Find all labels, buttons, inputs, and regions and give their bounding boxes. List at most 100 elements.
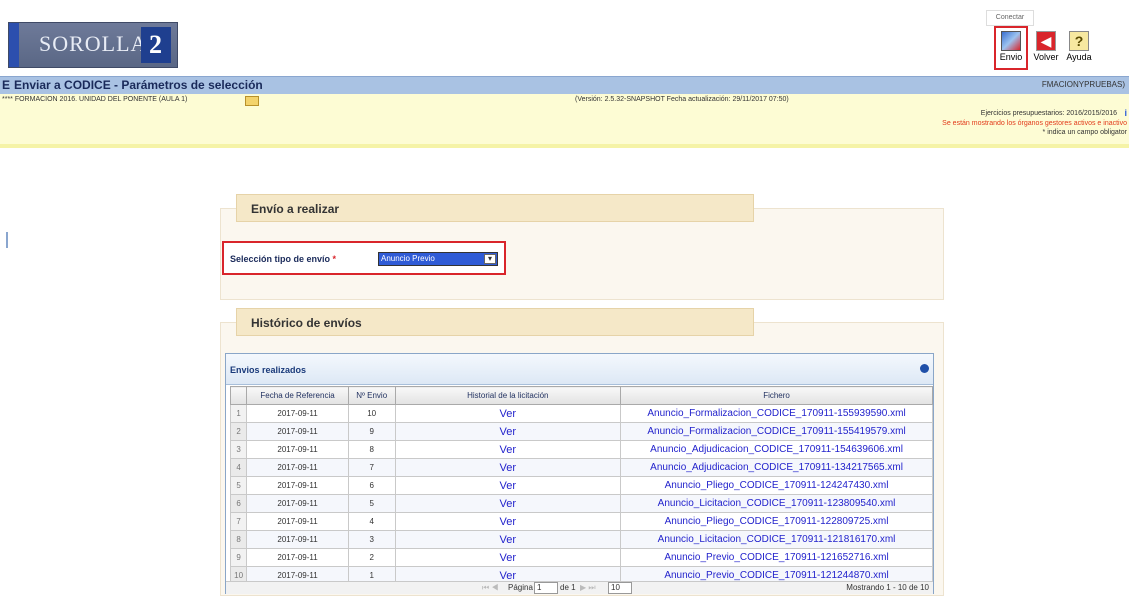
envio-type-field: Selección tipo de envío * Anuncio Previo… bbox=[222, 241, 506, 275]
table-row[interactable]: 2 2017-09-11 9 Ver Anuncio_Formalizacion_COD… bbox=[229, 422, 933, 441]
fichero-link[interactable]: Anuncio_Pliego_CODICE_170911-124247430.x… bbox=[620, 476, 933, 495]
logo-text: SOROLLA bbox=[39, 31, 148, 56]
envios-grid: Envios realizados Fecha de Referencia Nº… bbox=[225, 353, 934, 594]
cell-fecha: 2017-09-11 bbox=[246, 530, 349, 549]
table-row[interactable]: 5 2017-09-11 6 Ver Anuncio_Pliego_CODICE_170… bbox=[229, 476, 933, 495]
page-input[interactable]: 1 bbox=[534, 582, 558, 594]
ver-link[interactable]: Ver bbox=[394, 512, 622, 531]
table-row[interactable]: 8 2017-09-11 3 Ver Anuncio_Licitacion_CODICE… bbox=[229, 530, 933, 549]
cell-nenvio: 10 bbox=[347, 404, 396, 423]
table-row[interactable]: 9 2017-09-11 2 Ver Anuncio_Previo_CODICE_170… bbox=[229, 548, 933, 567]
row-number: 9 bbox=[229, 548, 248, 567]
envio-section-title: Envío a realizar bbox=[251, 202, 340, 216]
mail-icon[interactable] bbox=[245, 96, 259, 106]
pager-summary: Mostrando 1 - 10 de 10 bbox=[846, 583, 929, 592]
volver-label: Volver bbox=[1033, 52, 1059, 62]
col-fichero[interactable]: Fichero bbox=[620, 386, 933, 405]
row-number: 5 bbox=[229, 476, 248, 495]
cell-fecha: 2017-09-11 bbox=[246, 458, 349, 477]
page-size-select[interactable]: 10 bbox=[608, 582, 632, 594]
historico-section-header: Histórico de envíos bbox=[236, 308, 754, 336]
first-page-icon[interactable]: ⏮ ◀ bbox=[482, 583, 499, 593]
fichero-link[interactable]: Anuncio_Licitacion_CODICE_170911-1238095… bbox=[620, 494, 933, 513]
envio-label: Envio bbox=[999, 52, 1023, 62]
user-label: FMACIONYPRUEBAS) bbox=[1041, 80, 1125, 89]
ver-link[interactable]: Ver bbox=[394, 548, 622, 567]
cell-nenvio: 5 bbox=[347, 494, 396, 513]
fichero-link[interactable]: Anuncio_Adjudicacion_CODICE_170911-15463… bbox=[620, 440, 933, 459]
send-icon bbox=[1001, 31, 1021, 51]
version-label: (Versión: 2.5.32-SNAPSHOT Fecha actualiz… bbox=[575, 96, 789, 103]
page-of-label: de 1 bbox=[560, 583, 576, 592]
table-row[interactable]: 7 2017-09-11 4 Ver Anuncio_Pliego_CODICE_170… bbox=[229, 512, 933, 531]
row-number: 6 bbox=[229, 494, 248, 513]
collapse-icon[interactable] bbox=[920, 364, 929, 373]
info-bar: **** FORMACION 2016. UNIDAD DEL PONENTE … bbox=[0, 94, 1129, 144]
ver-link[interactable]: Ver bbox=[394, 404, 622, 423]
envio-button[interactable]: Envio bbox=[994, 26, 1028, 70]
fichero-link[interactable]: Anuncio_Licitacion_CODICE_170911-1218161… bbox=[620, 530, 933, 549]
table-row[interactable]: 6 2017-09-11 5 Ver Anuncio_Licitacion_CODICE… bbox=[229, 494, 933, 513]
col-nenvio[interactable]: Nº Envio bbox=[347, 386, 396, 405]
ayuda-button[interactable]: ? Ayuda bbox=[1064, 29, 1094, 71]
table-row[interactable]: 4 2017-09-11 7 Ver Anuncio_Adjudicacion_CODI… bbox=[229, 458, 933, 477]
required-note: * indica un campo obligator bbox=[1042, 129, 1127, 136]
last-page-icon[interactable]: ▶ ⏭ bbox=[580, 583, 596, 593]
envios-table: Fecha de Referencia Nº Envio Historial d… bbox=[229, 386, 933, 585]
logo-suffix: 2 bbox=[141, 27, 171, 63]
fichero-link[interactable]: Anuncio_Pliego_CODICE_170911-122809725.x… bbox=[620, 512, 933, 531]
cell-fecha: 2017-09-11 bbox=[246, 512, 349, 531]
cell-nenvio: 6 bbox=[347, 476, 396, 495]
cell-nenvio: 8 bbox=[347, 440, 396, 459]
fichero-link[interactable]: Anuncio_Formalizacion_CODICE_170911-1554… bbox=[620, 422, 933, 441]
envio-section-header: Envío a realizar bbox=[236, 194, 754, 222]
cell-nenvio: 7 bbox=[347, 458, 396, 477]
title-prefix: E bbox=[2, 78, 11, 92]
page-label: Página bbox=[508, 583, 533, 592]
org-label: **** FORMACION 2016. UNIDAD DEL PONENTE … bbox=[2, 96, 188, 103]
cell-fecha: 2017-09-11 bbox=[246, 476, 349, 495]
row-number: 4 bbox=[229, 458, 248, 477]
col-fecha[interactable]: Fecha de Referencia bbox=[246, 386, 349, 405]
required-mark: * bbox=[332, 254, 337, 264]
envio-type-select[interactable]: Anuncio Previo ▾ bbox=[378, 252, 498, 266]
ver-link[interactable]: Ver bbox=[394, 458, 622, 477]
ver-link[interactable]: Ver bbox=[394, 440, 622, 459]
fichero-link[interactable]: Anuncio_Formalizacion_CODICE_170911-1559… bbox=[620, 404, 933, 423]
cell-nenvio: 4 bbox=[347, 512, 396, 531]
envio-type-selected: Anuncio Previo bbox=[381, 254, 435, 263]
table-row[interactable]: 3 2017-09-11 8 Ver Anuncio_Adjudicacion_CODI… bbox=[229, 440, 933, 459]
ver-link[interactable]: Ver bbox=[394, 530, 622, 549]
ver-link[interactable]: Ver bbox=[394, 422, 622, 441]
envio-type-label-text: Selección tipo de envío bbox=[230, 254, 331, 264]
chevron-down-icon[interactable]: ▾ bbox=[484, 254, 496, 264]
table-row[interactable]: 1 2017-09-11 10 Ver Anuncio_Formalizacion_CO… bbox=[229, 404, 933, 423]
table-header-row: Fecha de Referencia Nº Envio Historial d… bbox=[229, 386, 933, 405]
ver-link[interactable]: Ver bbox=[394, 476, 622, 495]
grid-caption-text: Envios realizados bbox=[230, 365, 307, 375]
back-arrow-icon: ◀ bbox=[1036, 31, 1056, 51]
cell-fecha: 2017-09-11 bbox=[246, 440, 349, 459]
row-number: 2 bbox=[229, 422, 248, 441]
volver-button[interactable]: ◀ Volver bbox=[1032, 29, 1060, 71]
ejercicios-label: Ejercicios presupuestarios: 2016/2015/20… bbox=[980, 110, 1117, 117]
grid-pager: ⏮ ◀ Página 1 de 1 ▶ ⏭ 10 Mostrando 1 - 1… bbox=[226, 581, 933, 594]
fichero-link[interactable]: Anuncio_Adjudicacion_CODICE_170911-13421… bbox=[620, 458, 933, 477]
cell-fecha: 2017-09-11 bbox=[246, 404, 349, 423]
ver-link[interactable]: Ver bbox=[394, 494, 622, 513]
left-edge-marker bbox=[6, 232, 8, 248]
fichero-link[interactable]: Anuncio_Previo_CODICE_170911-121652716.x… bbox=[620, 548, 933, 567]
help-icon: ? bbox=[1069, 31, 1089, 51]
info-icon[interactable]: i bbox=[1124, 108, 1127, 118]
cell-fecha: 2017-09-11 bbox=[246, 422, 349, 441]
row-number: 8 bbox=[229, 530, 248, 549]
row-number: 1 bbox=[229, 404, 248, 423]
col-historial[interactable]: Historial de la licitación bbox=[394, 386, 622, 405]
cell-fecha: 2017-09-11 bbox=[246, 494, 349, 513]
top-banner: SOROLLA 2 Conectar Envio ◀ Volver ? Ayud… bbox=[0, 0, 1129, 76]
ayuda-label: Ayuda bbox=[1066, 52, 1092, 62]
app-logo: SOROLLA 2 bbox=[8, 22, 178, 68]
cell-nenvio: 2 bbox=[347, 548, 396, 567]
col-rownum bbox=[229, 386, 248, 405]
grid-caption: Envios realizados bbox=[226, 354, 933, 385]
